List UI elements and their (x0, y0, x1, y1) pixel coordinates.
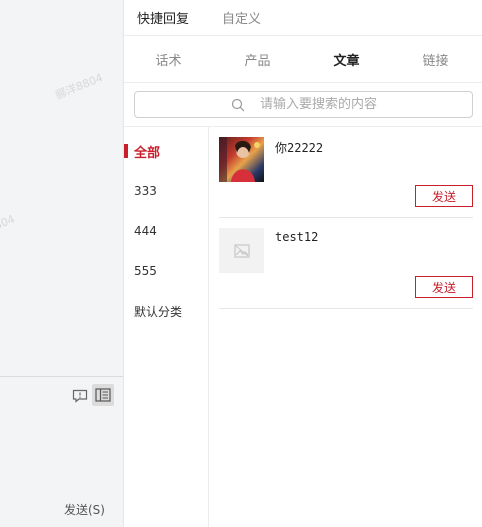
quick-reply-panel: 快捷回复 自定义 话术 产品 文章 链接 全部 333 444 555 (124, 0, 482, 527)
article-thumbnail (219, 137, 264, 182)
sub-tab-links[interactable]: 链接 (391, 50, 480, 69)
article-list: 你22222 发送 test12 发送 (210, 127, 482, 527)
search-bar (124, 83, 482, 127)
content-area: 全部 333 444 555 默认分类 你22222 发送 test12 发送 (124, 127, 482, 527)
thumbnail-image (219, 137, 260, 182)
send-message-button[interactable]: 发送(S) (64, 501, 105, 518)
category-item-555[interactable]: 555 (124, 251, 208, 291)
side-panel-icon (95, 388, 111, 402)
category-item-default[interactable]: 默认分类 (124, 291, 208, 331)
sub-tab-bar: 话术 产品 文章 链接 (124, 36, 482, 83)
send-article-button[interactable]: 发送 (415, 276, 473, 298)
sub-tab-products[interactable]: 产品 (213, 50, 302, 69)
category-list: 全部 333 444 555 默认分类 (124, 127, 209, 527)
list-item[interactable]: 你22222 发送 (219, 127, 473, 218)
tab-quick-reply[interactable]: 快捷回复 (137, 8, 189, 27)
watermark: 郦洋8804 (53, 71, 105, 102)
feedback-button[interactable] (69, 385, 91, 407)
top-tab-bar: 快捷回复 自定义 (124, 0, 482, 36)
search-icon (231, 98, 245, 111)
app-root: 郦洋8804 804 发送(S) 快捷回复 自定义 话术 产品 文章 链接 请输… (0, 0, 482, 527)
category-item-444[interactable]: 444 (124, 211, 208, 251)
sub-tab-articles[interactable]: 文章 (302, 50, 391, 69)
image-placeholder-icon (233, 243, 250, 258)
article-title: 你22222 (275, 141, 324, 155)
category-item-all[interactable]: 全部 (124, 131, 208, 171)
send-article-button[interactable]: 发送 (415, 185, 473, 207)
chat-feedback-icon (72, 389, 88, 403)
article-title: test12 (275, 230, 319, 244)
search-box[interactable] (134, 91, 473, 118)
article-thumbnail (219, 228, 264, 273)
tab-custom[interactable]: 自定义 (222, 8, 261, 27)
watermark: 804 (0, 212, 17, 233)
input-divider (0, 376, 123, 377)
chat-area: 郦洋8804 804 发送(S) (0, 0, 124, 527)
quick-reply-panel-button[interactable] (92, 384, 114, 406)
sub-tab-scripts[interactable]: 话术 (124, 50, 213, 69)
search-input[interactable] (260, 97, 440, 112)
category-item-333[interactable]: 333 (124, 171, 208, 211)
list-item[interactable]: test12 发送 (219, 218, 473, 309)
